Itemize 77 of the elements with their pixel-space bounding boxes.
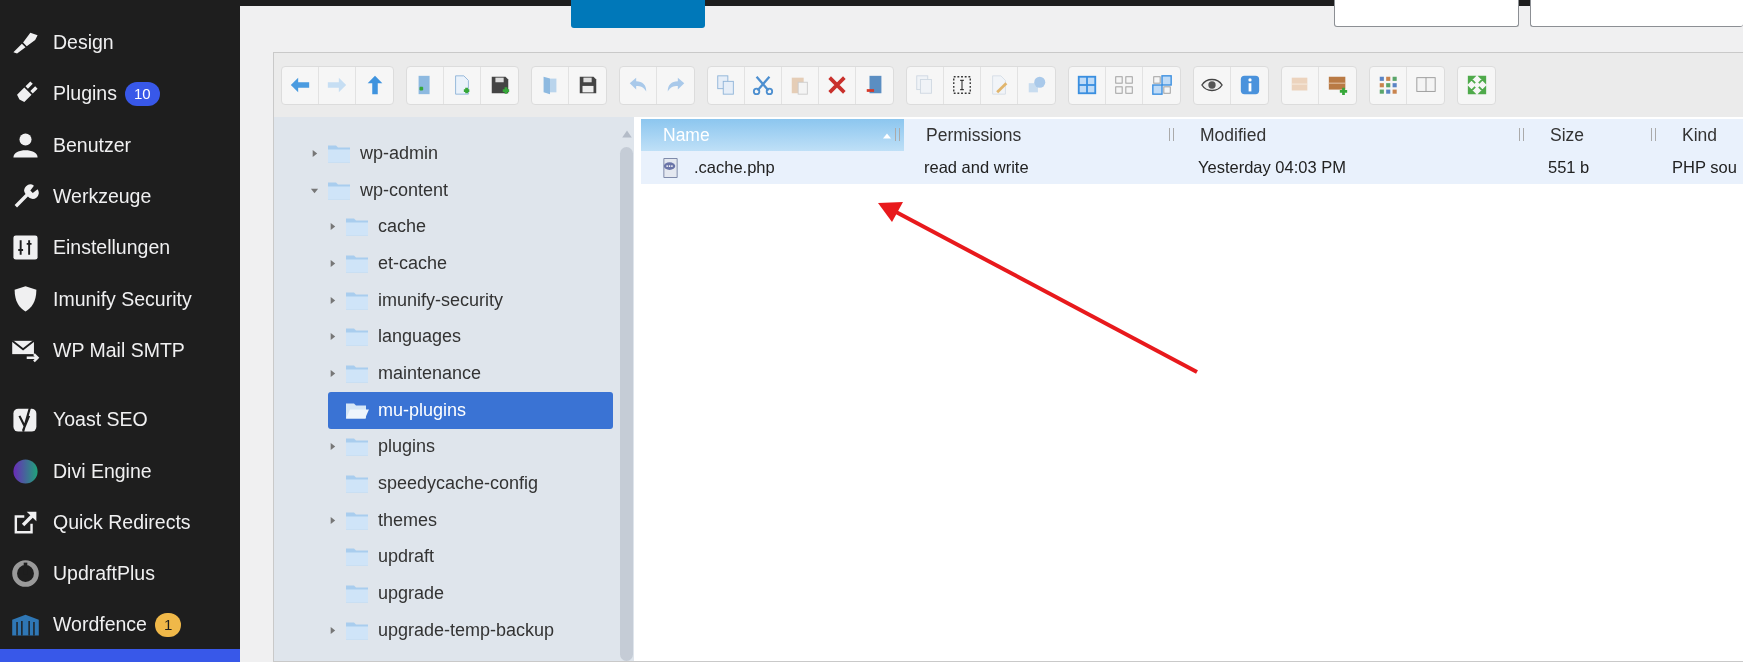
sliders-icon — [11, 233, 40, 263]
sidebar-item[interactable]: Einstellungen — [0, 222, 240, 274]
folder-icon — [345, 436, 369, 458]
sidebar-item[interactable]: Design — [0, 17, 240, 69]
tree-item[interactable]: languages — [328, 318, 613, 356]
tree-item[interactable]: cache — [328, 208, 613, 246]
tree-item[interactable]: themes — [328, 501, 613, 539]
folder-icon — [345, 216, 369, 238]
tree-item[interactable]: speedycache-config — [328, 465, 613, 502]
user-icon — [11, 130, 40, 160]
folder-icon — [345, 473, 369, 495]
sidebar-label: Imunify Security — [53, 287, 192, 311]
text-field[interactable] — [1530, 0, 1743, 27]
scroll-thumb[interactable] — [620, 147, 633, 661]
sidebar-item[interactable]: Werkzeuge — [0, 170, 240, 223]
tree-item[interactable]: updraft — [328, 538, 613, 576]
sidebar-label: Wordfence — [53, 613, 147, 637]
sidebar-label: Benutzer — [53, 133, 132, 157]
scissors-icon — [752, 74, 774, 96]
tree-item[interactable]: plugins — [328, 428, 613, 466]
tree-item[interactable]: et-cache — [328, 245, 613, 282]
file-row[interactable]: .cache.php read and write Yesterday 04:03 PM 551 b PHP sou — [641, 151, 1743, 184]
column-header[interactable]: Kind — [1660, 119, 1743, 151]
table-cell: .cache.php — [694, 158, 775, 177]
expand-icon — [1465, 74, 1488, 96]
grid-outline-icon — [1113, 74, 1135, 96]
sidebar-item[interactable]: WP Mail SMTP — [0, 324, 240, 377]
tree-item[interactable]: upgrade-temp-backup — [328, 611, 613, 649]
info-icon — [1238, 74, 1261, 96]
folder-icon — [345, 583, 369, 605]
sidebar-label: Yoast SEO — [53, 408, 148, 432]
sidebar-label: UpdraftPlus — [53, 562, 155, 586]
sort-arrow-icon — [882, 132, 892, 139]
table-cell: Yesterday 04:03 PM — [1198, 158, 1346, 177]
table-cell: read and write — [924, 158, 1029, 177]
text-field[interactable] — [1334, 0, 1519, 27]
sidebar-label: Quick Redirects — [53, 510, 191, 534]
grid-mix-icon — [1150, 74, 1173, 96]
archive-plus-icon — [1326, 74, 1349, 96]
count-badge: 1 — [154, 612, 182, 637]
dots-grid-icon — [1377, 74, 1399, 96]
folder-icon — [345, 326, 369, 348]
sidebar-item[interactable]: Yoast SEO — [0, 394, 240, 446]
sidebar-label: Einstellungen — [53, 236, 171, 260]
tree-item[interactable]: mu-plugins — [328, 391, 613, 429]
tree-item[interactable]: maintenance — [328, 355, 613, 392]
select-icon — [951, 74, 973, 96]
sidebar-item[interactable]: UpdraftPlus — [0, 547, 240, 600]
grid-icon — [1076, 74, 1098, 96]
script-file-icon — [661, 156, 680, 179]
gradient-logo-icon — [11, 456, 40, 486]
sidebar-label: Plugins — [53, 82, 117, 106]
sidebar-item[interactable]: Imunify Security — [0, 273, 240, 325]
tree-item[interactable]: upgrade — [328, 575, 613, 612]
sidebar-item[interactable]: Quick Redirects — [0, 496, 240, 548]
count-badge: 10 — [124, 81, 160, 106]
tree-item[interactable]: imunify-security — [328, 281, 613, 319]
tree-item[interactable]: wp-content — [310, 171, 613, 209]
folder-icon — [345, 546, 369, 568]
column-header[interactable]: Size — [1528, 119, 1660, 151]
sidebar-item[interactable]: Plugins 10 — [0, 68, 240, 120]
sidebar-label: Divi Engine — [53, 459, 152, 483]
table-cell: PHP sou — [1672, 158, 1737, 177]
sidebar-item[interactable]: Wordfence 1 — [0, 599, 240, 651]
tree-item[interactable]: wp-admin — [310, 135, 613, 172]
close-icon — [826, 74, 848, 96]
column-header[interactable]: Modified — [1178, 119, 1528, 151]
sidebar-item[interactable]: Divi Engine — [0, 445, 240, 497]
column-header[interactable]: Permissions — [904, 119, 1178, 151]
scroll-up-icon[interactable] — [620, 129, 633, 139]
sidebar-label: Werkzeuge — [53, 185, 152, 209]
sidebar-label: Design — [53, 31, 114, 55]
copy-icon — [715, 74, 737, 96]
sidebar-label: WP Mail SMTP — [53, 338, 185, 362]
sidebar-item[interactable]: Benutzer — [0, 119, 240, 171]
table-cell: 551 b — [1548, 158, 1590, 177]
ring-logo-icon — [11, 559, 40, 589]
